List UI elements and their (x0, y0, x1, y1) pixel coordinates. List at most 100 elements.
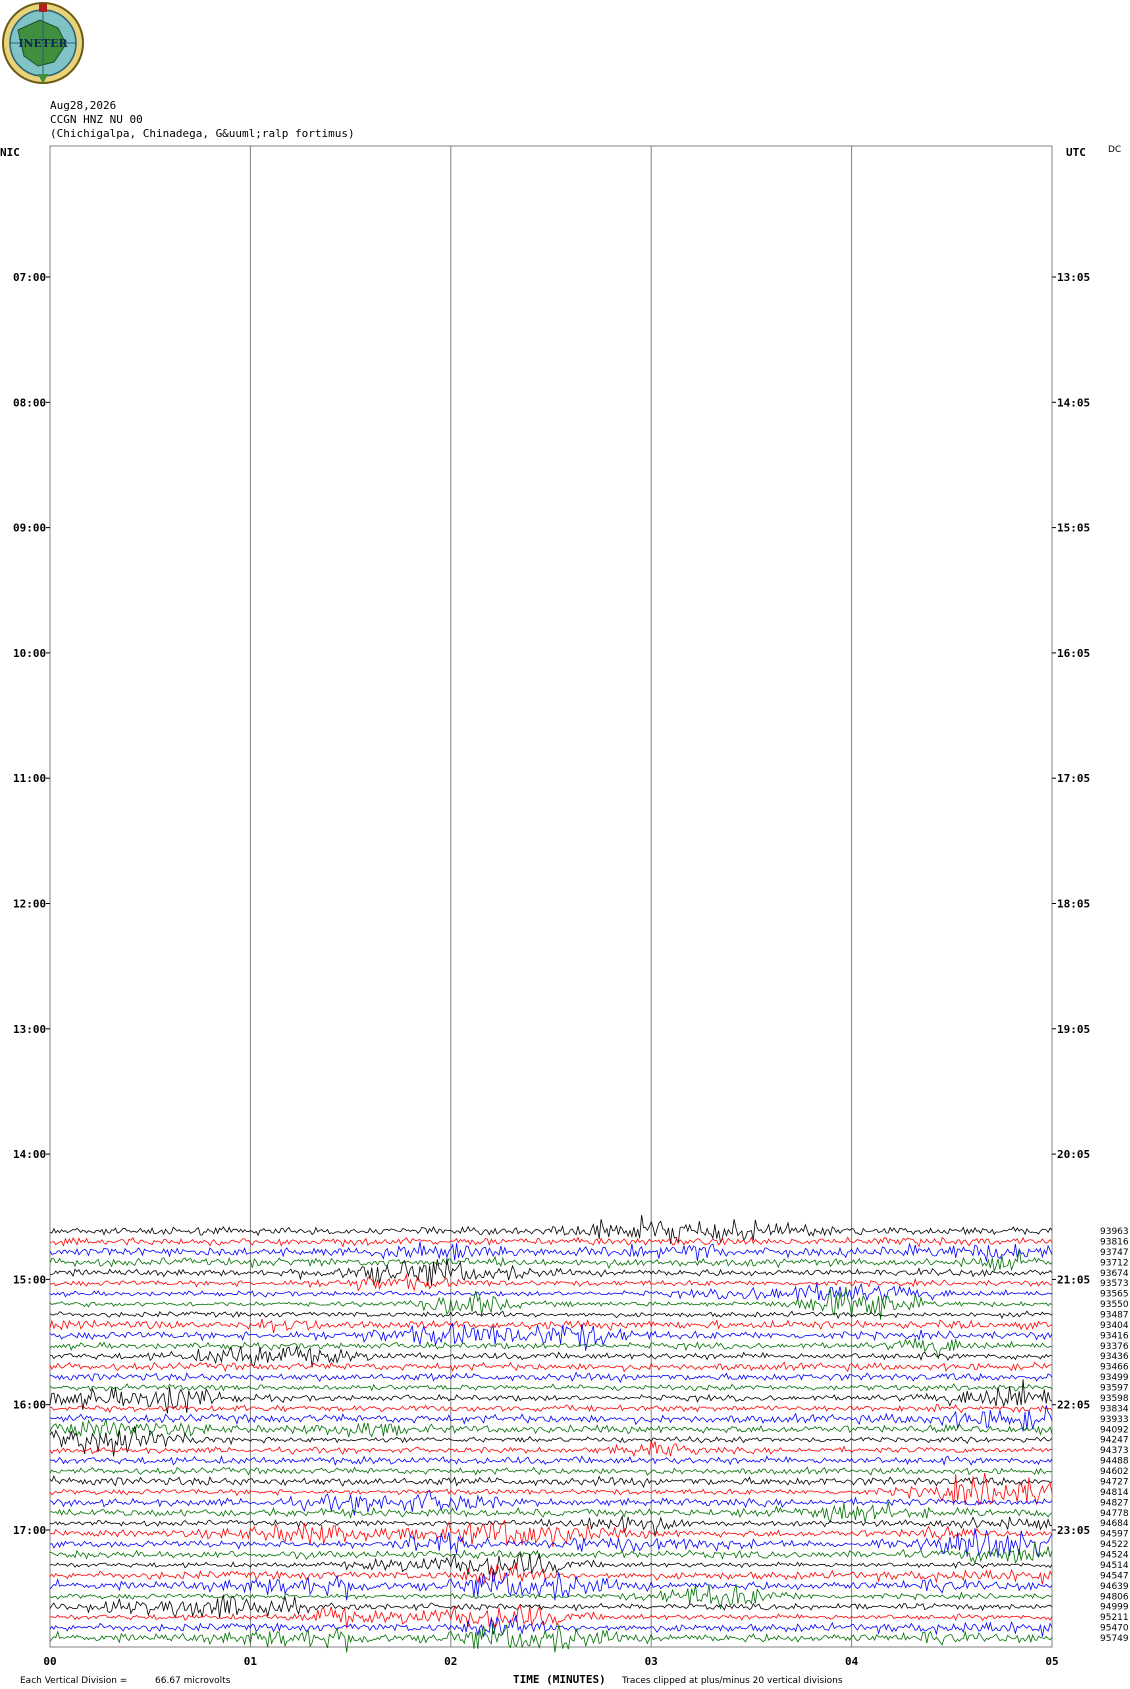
seismic-trace (49, 1583, 1053, 1610)
y-right-tick-label: 23:05 (1057, 1524, 1090, 1537)
trace-value-label: 93376 (1100, 1342, 1129, 1352)
seismic-trace (49, 1501, 1053, 1523)
trace-value-label: 95749 (1100, 1634, 1129, 1644)
trace-value-label: 94092 (1100, 1425, 1129, 1435)
y-left-tick-label: 07:00 (13, 271, 46, 284)
axis-labels: NIC UTC DC 07:00 08:00 09:00 10:00 11:00 12:00 13… (0, 145, 1129, 1686)
trace-value-label: 94597 (1100, 1530, 1129, 1540)
y-right-tick-label: 13:05 (1057, 271, 1090, 284)
trace-value-label: 93550 (1100, 1300, 1129, 1310)
y-right-axis-label: UTC (1066, 146, 1086, 159)
trace-value-label: 93816 (1100, 1237, 1129, 1247)
seismic-trace (49, 1273, 1053, 1292)
y-left-tick-label: 08:00 (13, 396, 46, 409)
trace-value-label: 94639 (1100, 1582, 1129, 1592)
trace-value-label: 94373 (1100, 1446, 1129, 1456)
trace-value-label: 94814 (1100, 1488, 1129, 1498)
y-left-tick-label: 10:00 (13, 647, 46, 660)
seismic-trace (49, 1594, 1053, 1619)
y-left-tick-label: 17:00 (13, 1524, 46, 1537)
traces (49, 1215, 1053, 1653)
trace-value-label: 93466 (1100, 1363, 1129, 1373)
trace-value-label: 93436 (1100, 1352, 1129, 1362)
trace-value-label: 94602 (1100, 1467, 1129, 1477)
trace-value-label: 94727 (1100, 1477, 1129, 1487)
clip-note: Traces clipped at plus/minus 20 vertical… (621, 1676, 843, 1686)
y-right-tick-label: 19:05 (1057, 1023, 1090, 1036)
seismic-trace (49, 1249, 1053, 1272)
dc-label: DC (1108, 145, 1121, 155)
trace-value-label: 94684 (1100, 1519, 1129, 1529)
trace-value-label: 94547 (1100, 1571, 1129, 1581)
seismic-trace (49, 1614, 1053, 1637)
scale-note: Each Vertical Division = (20, 1676, 127, 1686)
trace-value-label: 95470 (1100, 1624, 1129, 1634)
trace-value-label: 93573 (1100, 1279, 1129, 1289)
y-left-axis-label: NIC (0, 146, 20, 159)
y-right-tick-label: 16:05 (1057, 647, 1090, 660)
y-right-tick-label: 17:05 (1057, 772, 1090, 785)
seismic-trace (49, 1455, 1053, 1467)
seismic-trace (49, 1236, 1053, 1248)
trace-value-label: 94778 (1100, 1509, 1129, 1519)
x-axis-title: TIME (MINUTES) (513, 1673, 606, 1686)
trace-value-label: 93416 (1100, 1331, 1129, 1341)
trace-value-label: 93963 (1100, 1227, 1129, 1237)
seismic-trace (49, 1383, 1053, 1392)
seismic-trace (49, 1475, 1053, 1489)
y-right-tick-label: 21:05 (1057, 1273, 1090, 1286)
y-right-tick-label: 20:05 (1057, 1148, 1090, 1161)
trace-value-label: 93597 (1100, 1384, 1129, 1394)
trace-value-label: 94522 (1100, 1540, 1129, 1550)
trace-value-label: 93499 (1100, 1373, 1129, 1383)
x-tick-label: 03 (645, 1655, 658, 1668)
seismic-trace (49, 1466, 1053, 1476)
seismic-trace (49, 1345, 1053, 1368)
seismic-trace (49, 1404, 1053, 1414)
x-tick-label: 04 (845, 1655, 859, 1668)
y-left-tick-label: 15:00 (13, 1273, 46, 1286)
trace-value-label: 94514 (1100, 1561, 1129, 1571)
scale-value: 66.67 microvolts (155, 1676, 231, 1686)
y-right-tick-label: 15:05 (1057, 522, 1090, 535)
seismic-trace (49, 1371, 1053, 1384)
y-left-tick-label: 11:00 (13, 772, 46, 785)
trace-value-label: 94999 (1100, 1603, 1129, 1613)
seismic-trace (49, 1318, 1053, 1334)
seismic-trace (49, 1337, 1053, 1359)
trace-value-label: 93598 (1100, 1394, 1129, 1404)
x-tick-label: 01 (244, 1655, 258, 1668)
trace-value-label: 93487 (1100, 1310, 1129, 1320)
trace-value-label: 94488 (1100, 1457, 1129, 1467)
trace-value-label: 93712 (1100, 1258, 1129, 1268)
seismic-trace (49, 1562, 1053, 1585)
y-left-tick-label: 09:00 (13, 522, 46, 535)
trace-value-label: 95211 (1100, 1613, 1129, 1623)
y-right-tick-label: 22:05 (1057, 1399, 1090, 1412)
trace-value-label: 94247 (1100, 1436, 1129, 1446)
trace-value-label: 93933 (1100, 1415, 1129, 1425)
x-tick-label: 00 (43, 1655, 56, 1668)
seismic-trace (49, 1440, 1053, 1458)
seismic-trace (49, 1215, 1053, 1244)
y-right-tick-label: 18:05 (1057, 898, 1090, 911)
trace-value-label: 93834 (1100, 1404, 1129, 1414)
y-left-tick-label: 16:00 (13, 1399, 46, 1412)
y-left-tick-label: 13:00 (13, 1023, 46, 1036)
x-tick-label: 02 (444, 1655, 457, 1668)
trace-value-label: 93565 (1100, 1290, 1129, 1300)
seismic-trace (49, 1361, 1053, 1373)
trace-value-label: 93747 (1100, 1248, 1129, 1258)
trace-value-label: 93404 (1100, 1321, 1129, 1331)
gridlines (249, 146, 853, 1647)
y-right-tick-label: 14:05 (1057, 396, 1090, 409)
y-left-tick-label: 12:00 (13, 898, 46, 911)
trace-value-label: 94827 (1100, 1498, 1129, 1508)
seismic-trace (49, 1310, 1053, 1319)
trace-value-label: 94524 (1100, 1551, 1129, 1561)
y-left-tick-label: 14:00 (13, 1148, 46, 1161)
trace-value-label: 93674 (1100, 1269, 1129, 1279)
trace-value-label: 94806 (1100, 1592, 1129, 1602)
seismogram-chart: NIC UTC DC 07:00 08:00 09:00 10:00 11:00 12:00 13… (0, 145, 1129, 1686)
x-tick-label: 05 (1045, 1655, 1058, 1668)
